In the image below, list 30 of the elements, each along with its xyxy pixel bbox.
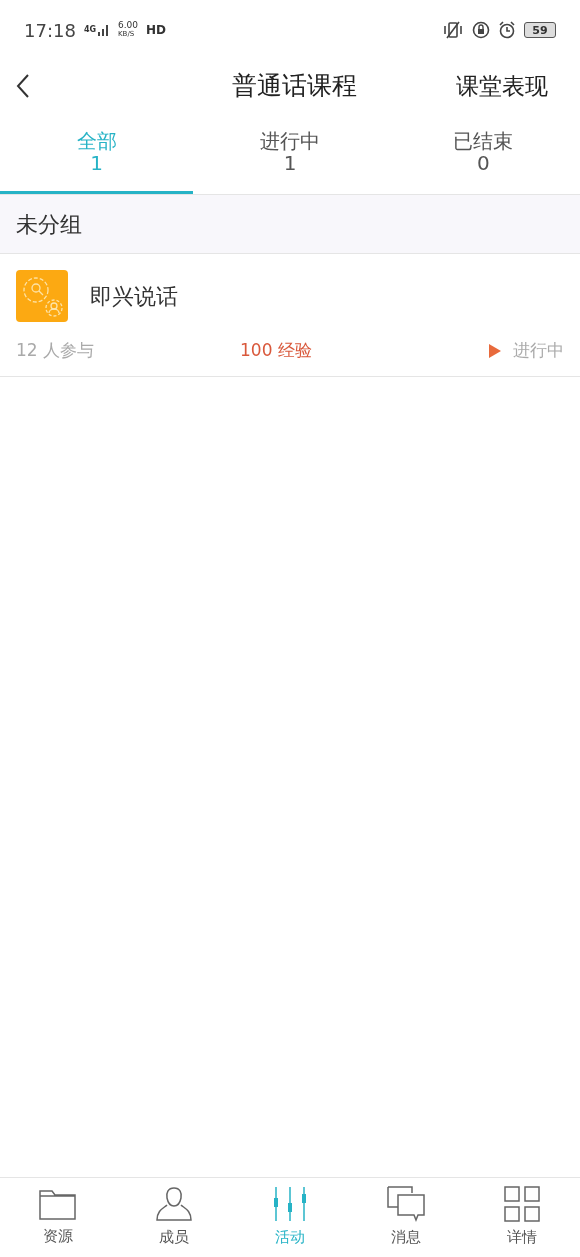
play-icon: [489, 343, 501, 358]
nav-tab[interactable]: 详情: [464, 1178, 580, 1257]
nav-tab[interactable]: 资源: [0, 1178, 116, 1257]
hd-label: HD: [146, 22, 167, 39]
vibrate-icon: [442, 21, 464, 39]
status-time: 17:18: [24, 18, 76, 43]
lock-rotation-icon: [472, 21, 490, 39]
page-title: 普通话课程: [231, 70, 357, 103]
performance-link[interactable]: 课堂表现: [432, 68, 564, 104]
speed-value: 6.00: [118, 21, 139, 30]
filter-tab[interactable]: 已结束 0: [386, 112, 580, 194]
alarm-icon: [498, 21, 516, 39]
sliders-icon: [272, 1186, 308, 1223]
filter-tab[interactable]: 进行中 1: [193, 112, 387, 194]
nav-tab[interactable]: 成员: [116, 1178, 232, 1257]
nav-tab[interactable]: 消息: [348, 1178, 464, 1257]
back-icon: [16, 74, 30, 98]
group-header: 未分组: [0, 195, 580, 254]
activity-icon: [16, 270, 68, 322]
battery-indicator: 59: [524, 22, 556, 38]
experience-points: 100 经验: [240, 339, 313, 362]
chat-icon: [387, 1186, 425, 1223]
grid-icon: [504, 1186, 540, 1223]
status-label: 进行中: [513, 339, 564, 362]
activity-title[interactable]: 即兴说话: [90, 279, 178, 313]
network-label: 4G: [83, 24, 96, 36]
person-icon: [155, 1186, 193, 1223]
participant-count: 12 人参与: [16, 339, 96, 362]
folder-icon: [39, 1187, 77, 1222]
signal-icon: [98, 24, 110, 36]
